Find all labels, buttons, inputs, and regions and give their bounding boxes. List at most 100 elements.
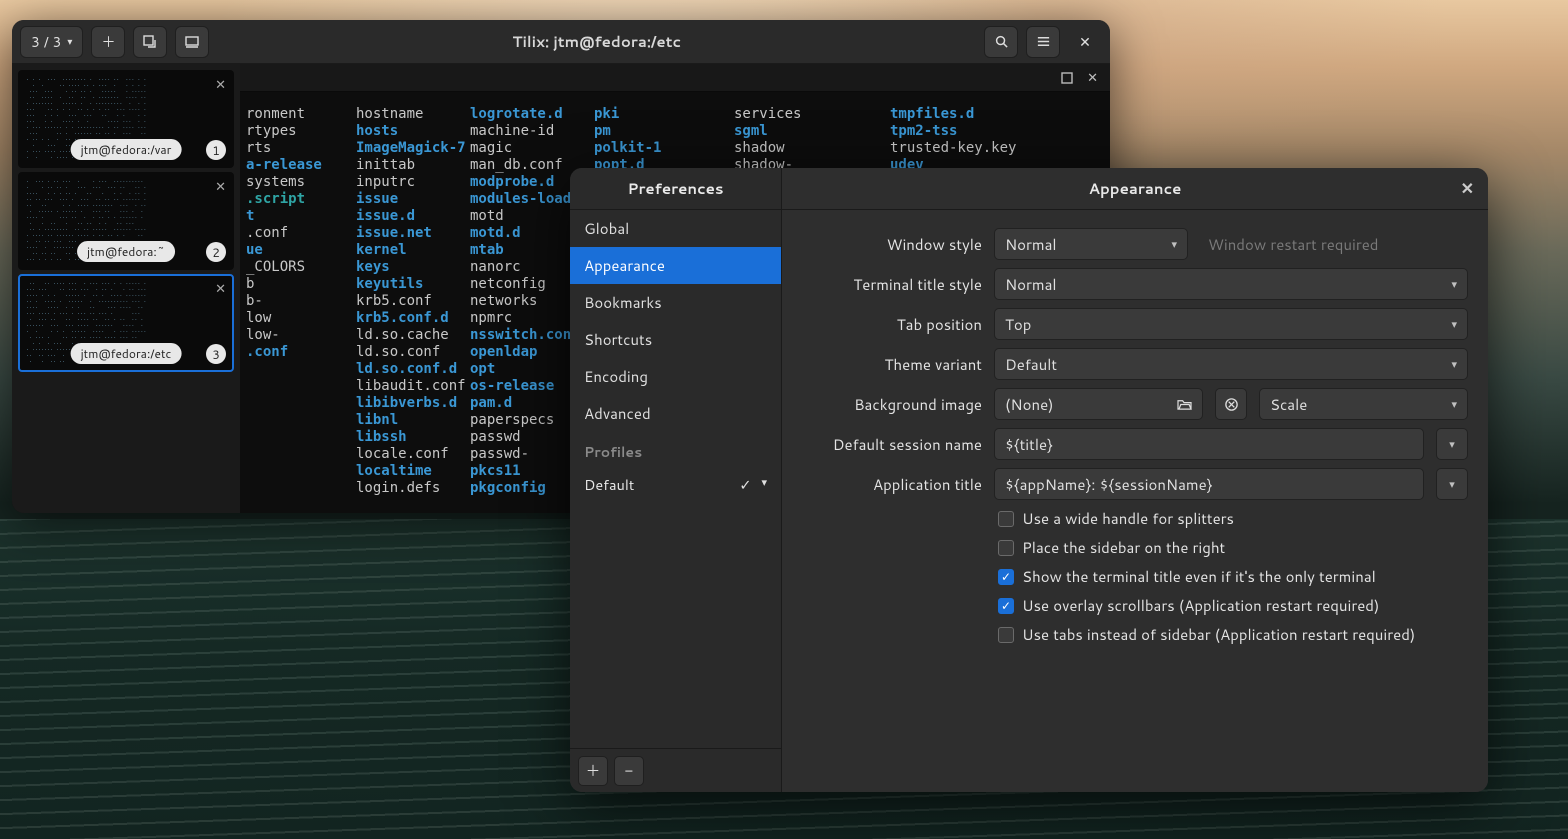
theme-variant-combo[interactable]: Default ▾ (994, 348, 1468, 380)
chevron-down-icon: ▾ (1449, 436, 1455, 452)
window-style-combo[interactable]: Normal ▾ (994, 228, 1188, 260)
theme-variant-label: Theme variant (802, 354, 982, 375)
checkbox-row: Use a wide handle for splitters (998, 508, 1468, 529)
window-style-label: Window style (802, 234, 982, 255)
preferences-title: Appearance (1089, 178, 1182, 199)
application-title-input[interactable]: ${appName}: ${sessionName} (994, 468, 1424, 500)
ls-entry: ld.so.conf.d (356, 361, 470, 378)
session-name-menu-button[interactable]: ▾ (1436, 428, 1468, 460)
window-close-button[interactable]: ✕ (1068, 26, 1102, 58)
application-title-menu-button[interactable]: ▾ (1436, 468, 1468, 500)
window-title: Tilix: jtm@fedora:/etc (217, 31, 976, 52)
new-terminal-right-button[interactable] (175, 26, 209, 58)
session-thumb[interactable]: . . . ... ........ . .... .. ... . . . .… (18, 70, 234, 168)
sidebar-item-appearance[interactable]: Appearance (570, 247, 781, 284)
session-close-button[interactable]: ✕ (215, 178, 226, 196)
ls-entry: ld.so.conf (356, 344, 470, 361)
checkbox-row: Place the sidebar on the right (998, 537, 1468, 558)
ls-entry: issue (356, 191, 470, 208)
chevron-down-icon: ▾ (67, 35, 72, 49)
ls-entry: .script (246, 191, 356, 208)
background-image-path[interactable]: (None) (994, 388, 1203, 420)
checkbox[interactable]: ✓ (998, 598, 1014, 614)
profile-item-default[interactable]: Default ✓ ▾ (570, 466, 781, 503)
sidebar-item-shortcuts[interactable]: Shortcuts (570, 321, 781, 358)
ls-entry: systems (246, 174, 356, 191)
ls-entry: libnl (356, 412, 470, 429)
session-close-button[interactable]: ✕ (215, 280, 226, 298)
ls-entry: low- (246, 327, 356, 344)
session-label: jtm@fedora:/etc (71, 343, 182, 364)
session-number-badge: 1 (206, 140, 226, 160)
new-terminal-down-button[interactable] (133, 26, 167, 58)
terminal-title-style-combo[interactable]: Normal ▾ (994, 268, 1468, 300)
checkbox[interactable]: ✓ (998, 569, 1014, 585)
search-button[interactable] (984, 26, 1018, 58)
input-value: ${title} (1005, 434, 1053, 455)
add-profile-button[interactable]: ＋ (578, 756, 608, 786)
chevron-down-icon: ▾ (1451, 316, 1457, 332)
ls-entry: libssh (356, 429, 470, 446)
session-thumb[interactable]: . ... . .. ... . . ... .......... . . ..… (18, 172, 234, 270)
folder-open-icon[interactable] (1177, 398, 1192, 411)
ls-entry: .conf (246, 344, 356, 361)
preferences-close-button[interactable]: ✕ (1461, 177, 1474, 200)
ls-entry: libaudit.conf (356, 378, 470, 395)
ls-entry: libibverbs.d (356, 395, 470, 412)
sidebar-item-global[interactable]: Global (570, 210, 781, 247)
ls-entry: trusted-key.key (890, 140, 1016, 157)
preferences-window: Preferences GlobalAppearanceBookmarksSho… (570, 168, 1488, 792)
remove-profile-button[interactable]: − (614, 756, 644, 786)
tab-position-combo[interactable]: Top ▾ (994, 308, 1468, 340)
close-terminal-button[interactable]: ✕ (1087, 69, 1098, 87)
ls-entry: tpm2-tss (890, 123, 1016, 140)
close-icon: ✕ (1087, 69, 1098, 87)
ls-entry: machine-id (470, 123, 594, 140)
new-session-button[interactable]: ＋ (91, 26, 125, 58)
check-icon: ✓ (739, 474, 751, 495)
combo-value: Scale (1270, 394, 1307, 415)
sidebar-item-advanced[interactable]: Advanced (570, 395, 781, 432)
clear-icon (1224, 397, 1239, 412)
checkbox[interactable] (998, 540, 1014, 556)
hamburger-menu-button[interactable] (1026, 26, 1060, 58)
maximize-terminal-button[interactable] (1061, 72, 1073, 84)
preferences-sidebar-title: Preferences (570, 168, 781, 210)
session-close-button[interactable]: ✕ (215, 76, 226, 94)
chevron-down-icon: ▾ (1451, 356, 1457, 372)
session-thumb[interactable]: .. .. .... ... . ... ... . . ..... . ...… (18, 274, 234, 372)
close-icon: ✕ (1461, 177, 1474, 200)
clear-background-button[interactable] (1215, 388, 1247, 420)
session-number-badge: 2 (206, 242, 226, 262)
ls-entry: issue.net (356, 225, 470, 242)
sidebar-item-bookmarks[interactable]: Bookmarks (570, 284, 781, 321)
chevron-down-icon: ▾ (761, 474, 767, 495)
ls-entry: shadow (734, 140, 890, 157)
ls-entry: inittab (356, 157, 470, 174)
checkbox-label: Use tabs instead of sidebar (Application… (1022, 624, 1415, 645)
ls-entry: pki (594, 106, 734, 123)
ls-entry: magic (470, 140, 594, 157)
background-scale-combo[interactable]: Scale ▾ (1259, 388, 1468, 420)
combo-value: Normal (1005, 274, 1057, 295)
ls-entry: krb5.conf.d (356, 310, 470, 327)
ls-entry: inputrc (356, 174, 470, 191)
sidebar-item-encoding[interactable]: Encoding (570, 358, 781, 395)
session-name-input[interactable]: ${title} (994, 428, 1424, 460)
session-label: jtm@fedora:~ (77, 241, 175, 262)
checkbox[interactable] (998, 627, 1014, 643)
ls-entry: keyutils (356, 276, 470, 293)
session-label: jtm@fedora:/var (71, 139, 182, 160)
chevron-down-icon: ▾ (1451, 276, 1457, 292)
ls-entry: hosts (356, 123, 470, 140)
session-name-label: Default session name (802, 434, 982, 455)
tab-position-label: Tab position (802, 314, 982, 335)
checkbox[interactable] (998, 511, 1014, 527)
checkbox-label: Use a wide handle for splitters (1022, 508, 1234, 529)
combo-value: Top (1005, 314, 1031, 335)
checkbox-label: Use overlay scrollbars (Application rest… (1022, 595, 1379, 616)
profile-label: Default (584, 474, 634, 495)
close-icon: ✕ (1079, 32, 1091, 52)
ls-entry: krb5.conf (356, 293, 470, 310)
session-switcher-button[interactable]: 3 / 3 ▾ (20, 26, 83, 58)
